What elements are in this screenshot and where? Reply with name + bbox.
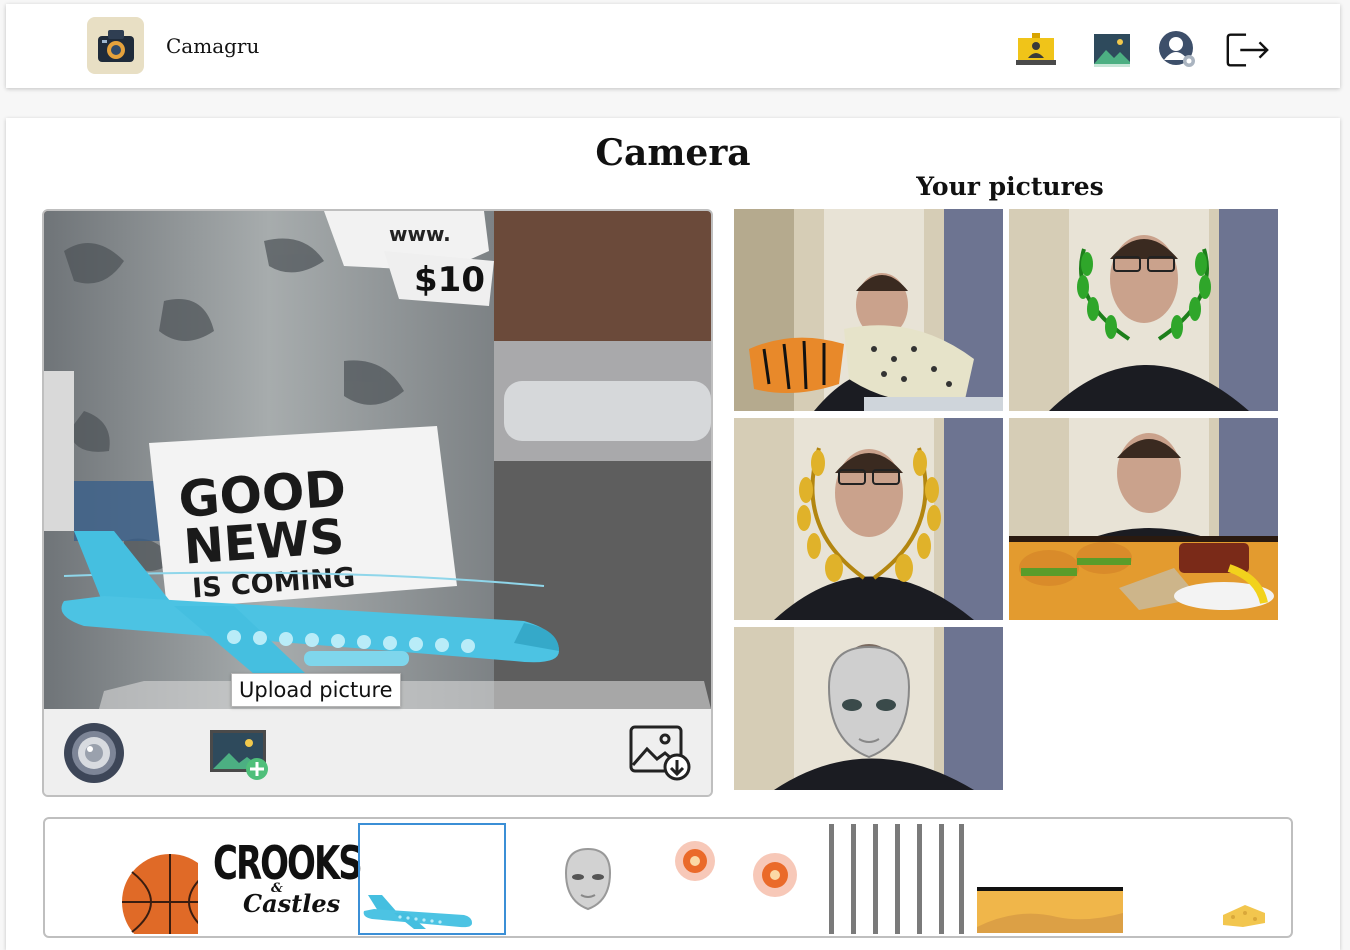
castles-text: Castles bbox=[243, 889, 341, 918]
filter-airplane[interactable] bbox=[358, 823, 506, 935]
filter-basketball[interactable] bbox=[120, 852, 218, 936]
camera-panel: www. $10 GOOD NEWS IS COMING bbox=[42, 209, 713, 797]
logout-icon[interactable] bbox=[1223, 26, 1271, 74]
download-picture-icon[interactable] bbox=[629, 725, 691, 785]
picture-thumbnail[interactable] bbox=[734, 627, 1003, 790]
upload-picture-tooltip: Upload picture bbox=[231, 673, 401, 707]
camera-preview[interactable]: www. $10 GOOD NEWS IS COMING bbox=[44, 211, 711, 709]
filter-crooks-castles[interactable]: CROOKS & Castles bbox=[213, 836, 363, 919]
picture-thumbnail[interactable] bbox=[1009, 418, 1278, 620]
filter-fire-orbs[interactable] bbox=[667, 839, 817, 911]
brand-name[interactable]: Camagru bbox=[166, 34, 259, 58]
top-navbar: Camagru bbox=[6, 4, 1340, 88]
filter-cheese[interactable] bbox=[1221, 903, 1267, 933]
pictures-gallery bbox=[734, 209, 1284, 792]
pictures-title: Your pictures bbox=[916, 172, 1104, 201]
tiger-sticker bbox=[749, 337, 844, 393]
filter-desert-frame[interactable] bbox=[977, 887, 1123, 936]
picture-thumbnail[interactable] bbox=[1009, 209, 1278, 411]
main-card: Camera Your pictures www. $10 GOOD NEWS … bbox=[6, 118, 1340, 950]
user-settings-icon[interactable] bbox=[1154, 26, 1202, 74]
filter-strip: CROOKS & Castles bbox=[43, 817, 1293, 938]
filter-prison-bars[interactable] bbox=[827, 824, 967, 936]
page-title: Camera bbox=[595, 132, 751, 174]
picture-thumbnail[interactable] bbox=[734, 209, 1003, 411]
upload-picture-icon[interactable] bbox=[209, 729, 271, 785]
filter-mask[interactable] bbox=[563, 847, 613, 915]
camera-lens-icon[interactable] bbox=[63, 722, 125, 788]
sign-text-www: www. bbox=[389, 222, 451, 246]
sign-text-price: $10 bbox=[414, 260, 485, 300]
camera-logo-icon[interactable] bbox=[87, 17, 144, 74]
picture-thumbnail[interactable] bbox=[734, 418, 1003, 620]
gallery-icon[interactable] bbox=[1088, 26, 1136, 74]
webcam-icon[interactable] bbox=[1012, 26, 1060, 74]
camera-toolbar bbox=[44, 709, 711, 795]
crooks-text: CROOKS bbox=[213, 836, 363, 891]
food-sticker bbox=[1009, 536, 1278, 620]
